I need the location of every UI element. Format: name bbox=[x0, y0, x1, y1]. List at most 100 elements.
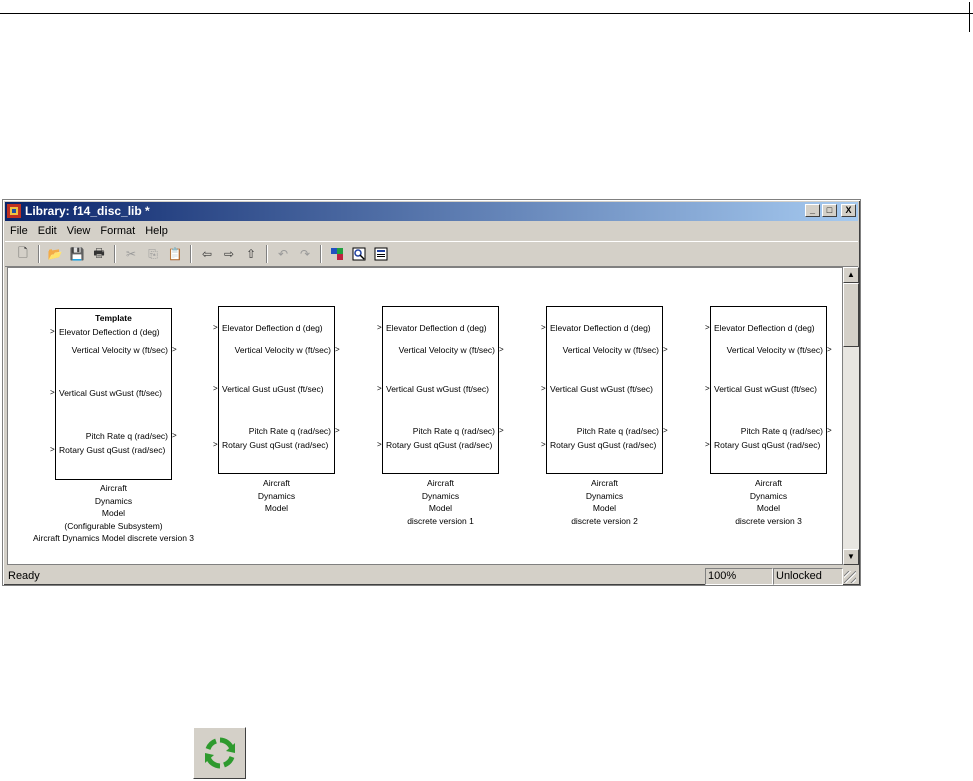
input-port-arrow-icon[interactable]: > bbox=[705, 384, 711, 394]
input-port-arrow-icon[interactable]: > bbox=[50, 327, 56, 337]
up-icon[interactable]: ⇧ bbox=[241, 244, 261, 264]
output-port-label: Pitch Rate q (rad/sec) bbox=[576, 426, 659, 436]
output-port-label: Vertical Velocity w (ft/sec) bbox=[234, 345, 331, 355]
input-port-label: Rotary Gust qGust (rad/sec) bbox=[386, 440, 493, 450]
block-caption-line: Aircraft Dynamics Model discrete version… bbox=[32, 533, 195, 543]
block-header: Template bbox=[95, 313, 132, 323]
input-port-label: Vertical Gust wGust (ft/sec) bbox=[386, 384, 489, 394]
model-explorer-icon[interactable] bbox=[349, 244, 369, 264]
output-port-arrow-icon[interactable]: > bbox=[172, 345, 178, 355]
output-port-arrow-icon[interactable]: > bbox=[499, 345, 505, 355]
block-caption-line: discrete version 3 bbox=[735, 515, 802, 526]
zoom-level: 100% bbox=[705, 568, 773, 585]
input-port-arrow-icon[interactable]: > bbox=[705, 440, 711, 450]
maximize-button[interactable]: □ bbox=[822, 204, 837, 217]
minimize-button[interactable]: _ bbox=[805, 204, 820, 217]
input-port-arrow-icon[interactable]: > bbox=[213, 440, 219, 450]
output-port-arrow-icon[interactable]: > bbox=[663, 345, 669, 355]
input-port-label: Vertical Gust wGust (ft/sec) bbox=[550, 384, 653, 394]
simulink-app-icon bbox=[7, 204, 21, 218]
input-port-label: Vertical Gust uGust (ft/sec) bbox=[222, 384, 324, 394]
open-icon[interactable]: 📂 bbox=[45, 244, 65, 264]
block-caption-line: Aircraft bbox=[755, 478, 782, 488]
input-port-label: Elevator Deflection d (deg) bbox=[59, 327, 160, 337]
menu-edit[interactable]: Edit bbox=[33, 222, 62, 240]
input-port-arrow-icon[interactable]: > bbox=[377, 440, 383, 450]
subsystem-block[interactable]: Template Elevator Deflection d (deg) > Vert… bbox=[50, 308, 177, 480]
output-port-arrow-icon[interactable]: > bbox=[827, 345, 833, 355]
forward-icon[interactable]: ⇨ bbox=[219, 244, 239, 264]
input-port-arrow-icon[interactable]: > bbox=[50, 445, 56, 455]
toolbar: 🗋 📂 💾 🖶 ✂ ⎘ 📋 ⇦ ⇨ ⇧ ↶ ↷ bbox=[5, 241, 858, 267]
title-bar[interactable]: Library: f14_disc_lib * _ □ X bbox=[5, 202, 858, 221]
window-title: Library: f14_disc_lib * bbox=[25, 204, 150, 218]
scroll-up-icon[interactable]: ▲ bbox=[843, 267, 859, 283]
input-port-arrow-icon[interactable]: > bbox=[541, 440, 547, 450]
input-port-label: Elevator Deflection d (deg) bbox=[550, 323, 651, 333]
input-port-arrow-icon[interactable]: > bbox=[213, 323, 219, 333]
page-top-rule bbox=[0, 0, 973, 32]
output-port-arrow-icon[interactable]: > bbox=[827, 426, 833, 436]
output-port-label: Vertical Velocity w (ft/sec) bbox=[726, 345, 823, 355]
block-caption-line: Dynamics bbox=[749, 490, 788, 501]
resize-grip-icon[interactable] bbox=[844, 571, 856, 583]
new-icon[interactable]: 🗋 bbox=[13, 244, 33, 264]
input-port-label: Rotary Gust qGust (rad/sec) bbox=[550, 440, 657, 450]
menu-help[interactable]: Help bbox=[140, 222, 173, 240]
scroll-down-icon[interactable]: ▼ bbox=[843, 549, 859, 565]
back-icon[interactable]: ⇦ bbox=[197, 244, 217, 264]
output-port-label: Vertical Velocity w (ft/sec) bbox=[398, 345, 495, 355]
input-port-label: Rotary Gust qGust (rad/sec) bbox=[59, 445, 166, 455]
block-caption-line: (Configurable Subsystem) bbox=[64, 520, 163, 531]
menu-format[interactable]: Format bbox=[95, 222, 140, 240]
input-port-arrow-icon[interactable]: > bbox=[377, 384, 383, 394]
input-port-arrow-icon[interactable]: > bbox=[50, 388, 56, 398]
output-port-arrow-icon[interactable]: > bbox=[663, 426, 669, 436]
menu-file[interactable]: File bbox=[5, 222, 33, 240]
refresh-button[interactable] bbox=[193, 727, 246, 779]
status-text: Ready bbox=[8, 570, 40, 582]
input-port-label: Rotary Gust qGust (rad/sec) bbox=[222, 440, 329, 450]
copy-icon[interactable]: ⎘ bbox=[143, 244, 163, 264]
input-port-arrow-icon[interactable]: > bbox=[541, 323, 547, 333]
menu-bar: File Edit View Format Help bbox=[5, 222, 858, 240]
menu-view[interactable]: View bbox=[62, 222, 96, 240]
output-port-arrow-icon[interactable]: > bbox=[335, 345, 341, 355]
subsystem-block[interactable]: Elevator Deflection d (deg) > Vertical Gus… bbox=[541, 306, 668, 474]
subsystem-block[interactable]: Elevator Deflection d (deg) > Vertical Gus… bbox=[213, 306, 340, 474]
input-port-label: Elevator Deflection d (deg) bbox=[222, 323, 323, 333]
output-port-label: Pitch Rate q (rad/sec) bbox=[85, 431, 168, 441]
print-icon[interactable]: 🖶 bbox=[89, 244, 109, 264]
input-port-label: Vertical Gust wGust (ft/sec) bbox=[59, 388, 162, 398]
undo-icon[interactable]: ↶ bbox=[273, 244, 293, 264]
close-button[interactable]: X bbox=[841, 204, 856, 217]
output-port-arrow-icon[interactable]: > bbox=[335, 426, 341, 436]
block-caption: Aircraft Dynamics Model discrete version 3 bbox=[669, 477, 869, 527]
block-caption-line: Model bbox=[756, 503, 781, 513]
input-port-arrow-icon[interactable]: > bbox=[541, 384, 547, 394]
redo-icon[interactable]: ↷ bbox=[295, 244, 315, 264]
output-port-arrow-icon[interactable]: > bbox=[499, 426, 505, 436]
debugger-icon[interactable] bbox=[371, 244, 391, 264]
save-icon[interactable]: 💾 bbox=[67, 244, 87, 264]
subsystem-block[interactable]: Elevator Deflection d (deg) > Vertical Gus… bbox=[705, 306, 832, 474]
output-port-label: Pitch Rate q (rad/sec) bbox=[412, 426, 495, 436]
output-port-label: Vertical Velocity w (ft/sec) bbox=[71, 345, 168, 355]
library-browser-icon[interactable] bbox=[327, 244, 347, 264]
output-port-label: Pitch Rate q (rad/sec) bbox=[740, 426, 823, 436]
input-port-arrow-icon[interactable]: > bbox=[705, 323, 711, 333]
cut-icon[interactable]: ✂ bbox=[121, 244, 141, 264]
input-port-label: Vertical Gust wGust (ft/sec) bbox=[714, 384, 817, 394]
status-bar: Ready 100% Unlocked bbox=[5, 567, 858, 585]
paste-icon[interactable]: 📋 bbox=[165, 244, 185, 264]
input-port-arrow-icon[interactable]: > bbox=[377, 323, 383, 333]
scroll-thumb[interactable] bbox=[843, 283, 859, 347]
input-port-arrow-icon[interactable]: > bbox=[213, 384, 219, 394]
subsystem-block[interactable]: Elevator Deflection d (deg) > Vertical Gus… bbox=[377, 306, 504, 474]
input-port-label: Elevator Deflection d (deg) bbox=[386, 323, 487, 333]
input-port-label: Rotary Gust qGust (rad/sec) bbox=[714, 440, 821, 450]
output-port-arrow-icon[interactable]: > bbox=[172, 431, 178, 441]
input-port-label: Elevator Deflection d (deg) bbox=[714, 323, 815, 333]
output-port-label: Vertical Velocity w (ft/sec) bbox=[562, 345, 659, 355]
refresh-icon bbox=[204, 737, 235, 769]
